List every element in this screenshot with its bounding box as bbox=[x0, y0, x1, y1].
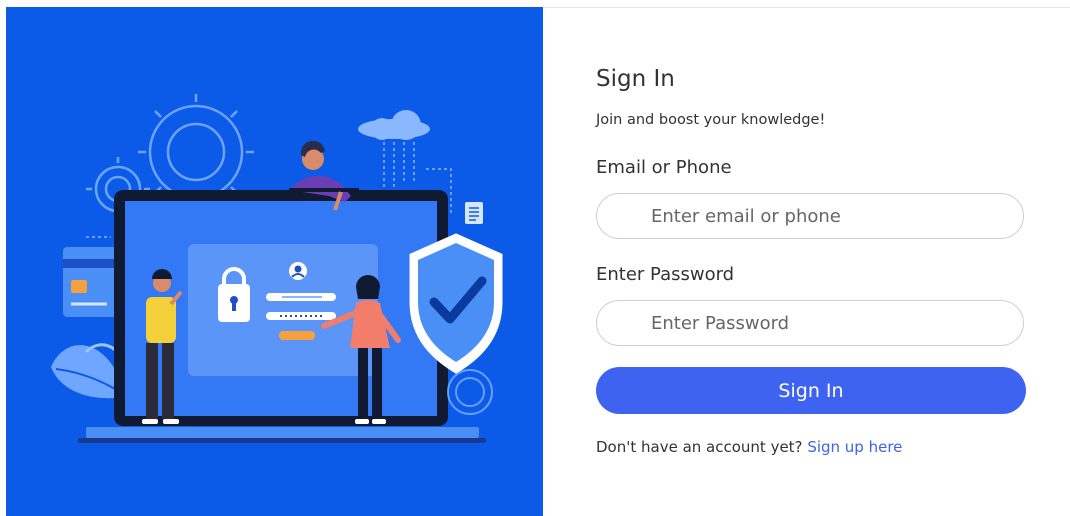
password-label: Enter Password bbox=[596, 264, 735, 285]
illustration-panel bbox=[6, 7, 543, 516]
sign-up-link[interactable]: Sign up here bbox=[807, 438, 902, 456]
password-field-wrapper bbox=[596, 300, 1024, 346]
signup-prompt-row: Don't have an account yet? Sign up here bbox=[596, 438, 902, 456]
bottom-gear-icon bbox=[447, 369, 493, 415]
email-field-wrapper bbox=[596, 193, 1024, 239]
page-subtitle: Join and boost your knowledge! bbox=[596, 112, 826, 128]
password-field[interactable] bbox=[651, 301, 1001, 345]
secure-login-illustration bbox=[51, 94, 503, 443]
document-icon bbox=[465, 202, 483, 224]
sign-in-button[interactable]: Sign In bbox=[596, 367, 1026, 414]
signup-prompt-text: Don't have an account yet? bbox=[596, 438, 803, 456]
email-label: Email or Phone bbox=[596, 157, 732, 178]
credit-card-icon bbox=[63, 236, 121, 317]
sign-in-form: Sign In Join and boost your knowledge! E… bbox=[596, 0, 1036, 516]
sign-in-page: Sign In Join and boost your knowledge! E… bbox=[0, 0, 1070, 516]
page-title: Sign In bbox=[596, 66, 675, 92]
email-field[interactable] bbox=[651, 194, 1001, 238]
login-card-illustration bbox=[188, 244, 378, 376]
